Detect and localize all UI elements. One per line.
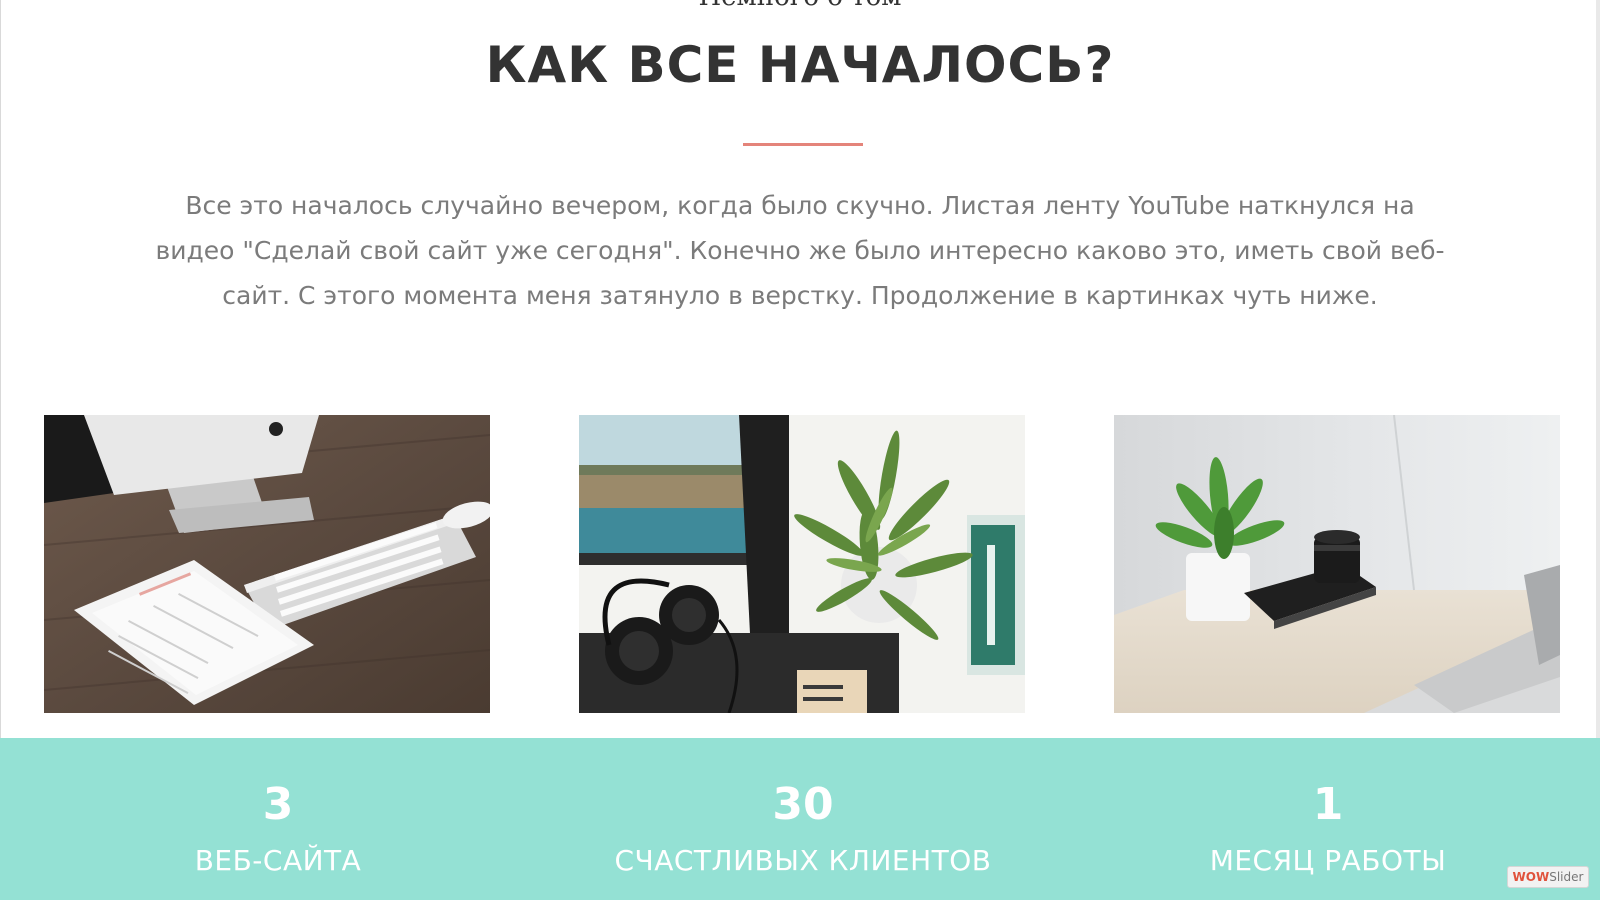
gallery-photo-workspace-imac[interactable] xyxy=(44,415,490,713)
section-kicker: Немного о том xyxy=(0,0,1600,12)
stat-label: СЧАСТЛИВЫХ КЛИЕНТОВ xyxy=(614,844,992,877)
gallery-photo-workspace-plant-headphones[interactable] xyxy=(579,415,1025,713)
section-lead-text: Все это началось случайно вечером, когда… xyxy=(80,183,1520,318)
title-divider xyxy=(743,143,863,146)
photo-plant-camera-laptop-image xyxy=(1114,415,1560,713)
stats-band: 3 ВЕБ-САЙТА 30 СЧАСТЛИВЫХ КЛИЕНТОВ 1 МЕС… xyxy=(0,738,1600,900)
badge-brand: WOW xyxy=(1512,870,1550,884)
lead-line-2: видео "Сделай свой сайт уже сегодня". Ко… xyxy=(155,236,1445,265)
photo-imac-keyboard-tablet-image xyxy=(44,415,490,713)
wowslider-badge[interactable]: WOWSlider xyxy=(1507,866,1589,888)
stat-label: ВЕБ-САЙТА xyxy=(194,844,362,877)
stat-value: 3 xyxy=(262,779,294,830)
gallery-photo-workspace-camera-laptop[interactable] xyxy=(1114,415,1560,713)
stat-value: 30 xyxy=(772,779,834,830)
photo-plant-headphones-image xyxy=(579,415,1025,713)
page-left-border xyxy=(0,0,1,740)
lead-line-3: сайт. С этого момента меня затянуло в ве… xyxy=(222,281,1378,310)
stat-value: 1 xyxy=(1312,779,1344,830)
lead-line-1: Все это началось случайно вечером, когда… xyxy=(185,191,1415,220)
badge-suffix: Slider xyxy=(1549,870,1584,884)
section-title: КАК ВСЕ НАЧАЛОСЬ? xyxy=(485,36,1115,94)
page-right-scroll-edge xyxy=(1596,0,1600,740)
